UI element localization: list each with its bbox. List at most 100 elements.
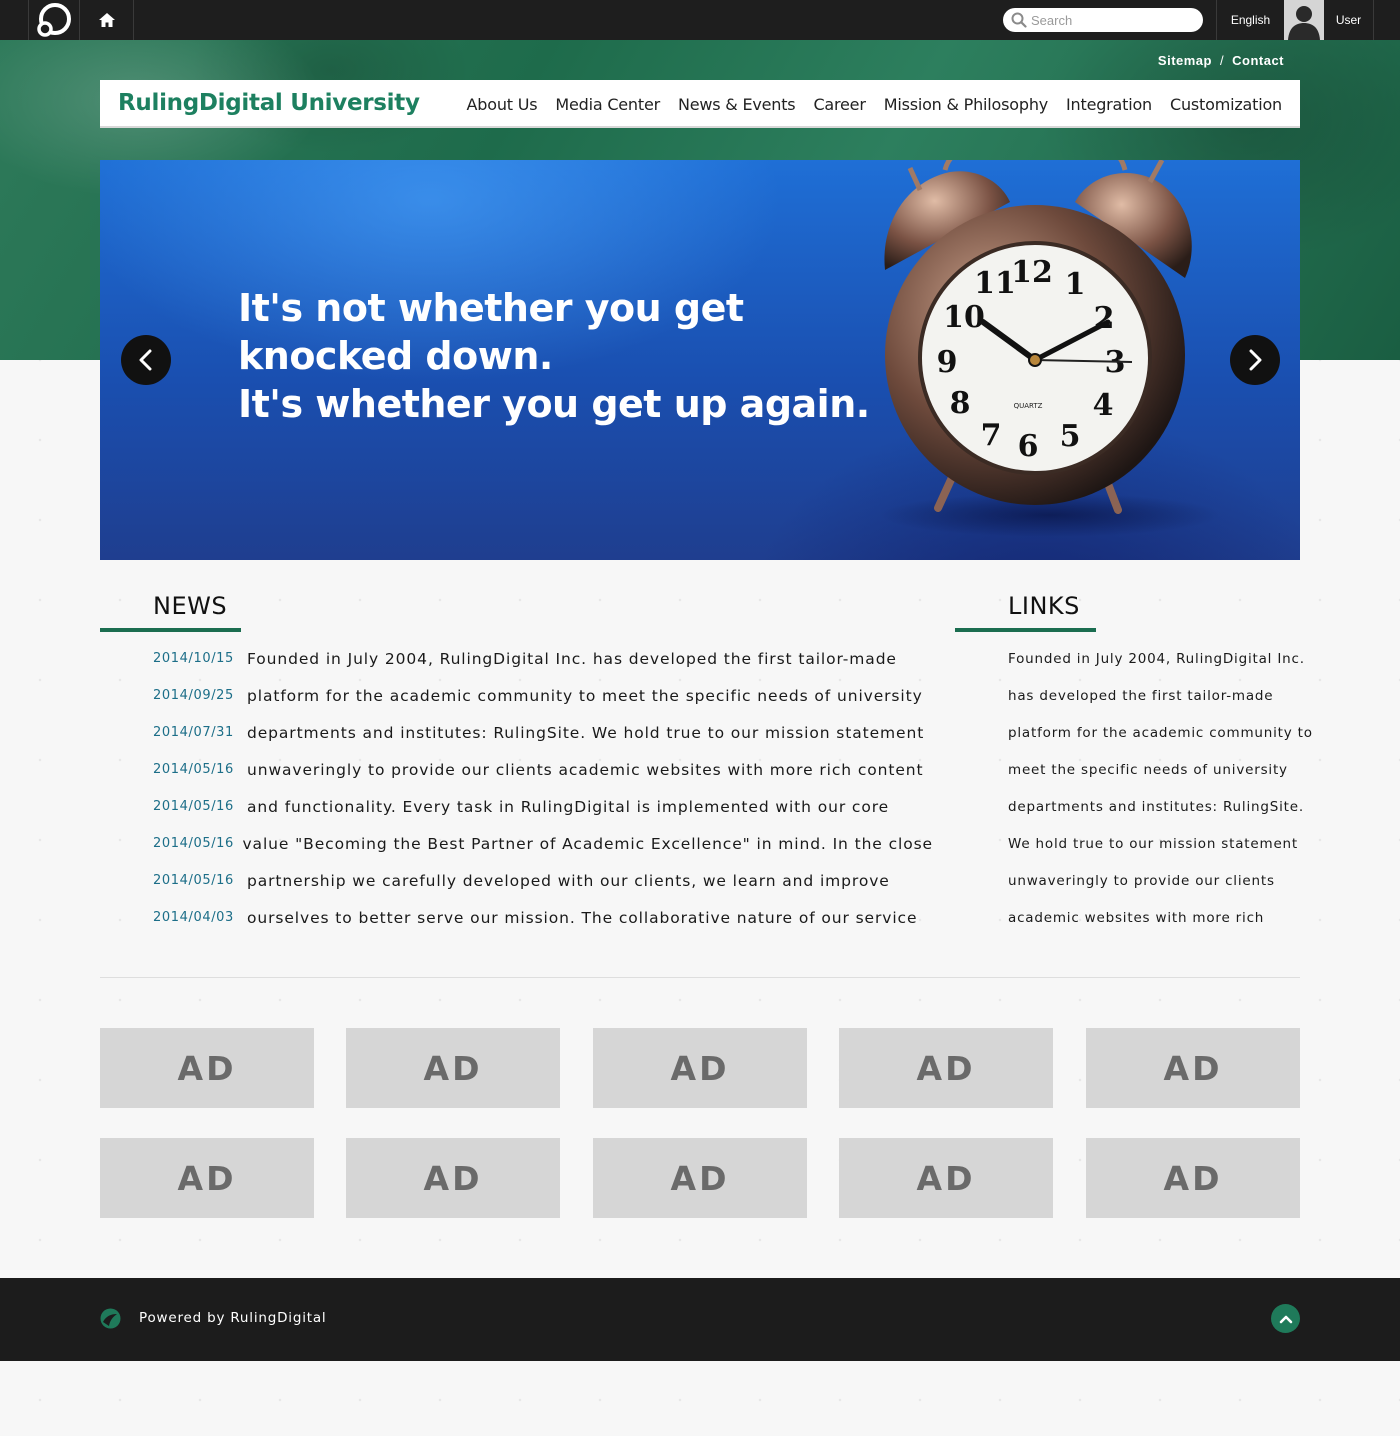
utility-links: Sitemap / Contact xyxy=(1158,53,1284,68)
links-heading-underline xyxy=(955,628,1096,632)
quote-line: It's whether you get up again. xyxy=(238,382,870,426)
news-item[interactable]: 2014/04/03 ourselves to better serve our … xyxy=(153,899,933,936)
ad-banner[interactable]: AD xyxy=(1086,1028,1300,1108)
footer: Powered by RulingDigital xyxy=(0,1278,1400,1361)
news-title[interactable]: value "Becoming the Best Partner of Acad… xyxy=(242,835,933,853)
svg-text:7: 7 xyxy=(981,418,1002,453)
nav-menu: About Us Media Center News & Events Care… xyxy=(467,80,1283,128)
language-label: English xyxy=(1230,13,1271,27)
nav-item-career[interactable]: Career xyxy=(813,95,865,114)
search-box[interactable] xyxy=(1003,8,1203,32)
search-input[interactable] xyxy=(1031,12,1201,28)
top-bar: English User xyxy=(0,0,1400,40)
svg-text:9: 9 xyxy=(937,345,958,380)
news-title[interactable]: partnership we carefully developed with … xyxy=(247,872,890,890)
news-item[interactable]: 2014/05/16 and functionality. Every task … xyxy=(153,788,933,825)
site-title[interactable]: RulingDigital University xyxy=(118,90,420,116)
language-button[interactable]: English xyxy=(1216,0,1284,40)
nav-item-news-events[interactable]: News & Events xyxy=(678,95,796,114)
news-date: 2014/09/25 xyxy=(153,688,234,703)
svg-text:6: 6 xyxy=(1018,429,1039,464)
chevron-up-icon xyxy=(1279,1315,1292,1323)
news-date: 2014/07/31 xyxy=(153,725,234,740)
slide-quote: It's not whether you get knocked down. I… xyxy=(238,284,870,428)
search-icon xyxy=(1011,12,1027,28)
logo-button[interactable] xyxy=(28,0,80,40)
nav-item-mission-philosophy[interactable]: Mission & Philosophy xyxy=(884,95,1049,114)
news-heading-underline xyxy=(100,628,241,632)
section-divider xyxy=(100,977,1300,978)
chevron-right-icon xyxy=(1249,349,1262,371)
logo-icon xyxy=(37,3,71,37)
nav-item-media-center[interactable]: Media Center xyxy=(555,95,660,114)
svg-text:1: 1 xyxy=(1065,267,1086,302)
ad-banner[interactable]: AD xyxy=(100,1138,314,1218)
news-item[interactable]: 2014/07/31 departments and institutes: Ru… xyxy=(153,714,933,751)
ad-banner[interactable]: AD xyxy=(593,1028,807,1108)
ad-banner[interactable]: AD xyxy=(839,1028,1053,1108)
link-item[interactable]: has developed the first tailor-made xyxy=(1008,677,1308,714)
sitemap-link[interactable]: Sitemap xyxy=(1158,53,1212,68)
news-title[interactable]: unwaveringly to provide our clients acad… xyxy=(247,761,923,779)
news-date: 2014/05/16 xyxy=(153,799,234,814)
link-item[interactable]: departments and institutes: RulingSite. xyxy=(1008,788,1308,825)
back-to-top-button[interactable] xyxy=(1271,1304,1300,1333)
link-item[interactable]: Founded in July 2004, RulingDigital Inc. xyxy=(1008,640,1308,677)
ad-banner[interactable]: AD xyxy=(100,1028,314,1108)
chevron-left-icon xyxy=(139,349,152,371)
user-silhouette-icon xyxy=(1284,0,1324,40)
news-item[interactable]: 2014/10/15 Founded in July 2004, RulingDi… xyxy=(153,640,933,677)
svg-text:12: 12 xyxy=(1011,255,1053,290)
footer-logo-icon xyxy=(100,1308,121,1329)
link-item[interactable]: meet the specific needs of university xyxy=(1008,751,1308,788)
user-button[interactable]: User xyxy=(1324,0,1374,40)
news-title[interactable]: ourselves to better serve our mission. T… xyxy=(247,909,917,927)
quote-line: knocked down. xyxy=(238,334,553,378)
news-title[interactable]: platform for the academic community to m… xyxy=(247,687,923,705)
news-title[interactable]: and functionality. Every task in RulingD… xyxy=(247,798,889,816)
ad-banner[interactable]: AD xyxy=(346,1138,560,1218)
news-item[interactable]: 2014/09/25 platform for the academic comm… xyxy=(153,677,933,714)
news-heading: NEWS xyxy=(153,592,228,620)
ad-banner[interactable]: AD xyxy=(839,1138,1053,1218)
slider-prev-button[interactable] xyxy=(121,335,171,385)
svg-text:4: 4 xyxy=(1093,388,1114,423)
clock-label: QUARTZ xyxy=(1014,402,1043,410)
news-title[interactable]: Founded in July 2004, RulingDigital Inc.… xyxy=(247,650,897,668)
slider-next-button[interactable] xyxy=(1230,335,1280,385)
nav-item-customization[interactable]: Customization xyxy=(1170,95,1282,114)
main-navbar: RulingDigital University About Us Media … xyxy=(100,80,1300,128)
links-heading: LINKS xyxy=(1008,592,1080,620)
link-item[interactable]: unwaveringly to provide our clients xyxy=(1008,862,1308,899)
home-button[interactable] xyxy=(80,0,134,40)
news-date: 2014/05/16 xyxy=(153,836,234,851)
news-item[interactable]: 2014/05/16 unwaveringly to provide our cl… xyxy=(153,751,933,788)
link-item[interactable]: academic websites with more rich xyxy=(1008,899,1308,936)
hero-slider: It's not whether you get knocked down. I… xyxy=(100,160,1300,560)
link-item[interactable]: We hold true to our mission statement xyxy=(1008,825,1308,862)
nav-item-integration[interactable]: Integration xyxy=(1066,95,1152,114)
home-icon xyxy=(98,13,115,27)
links-list: Founded in July 2004, RulingDigital Inc.… xyxy=(1008,640,1312,936)
svg-text:11: 11 xyxy=(974,266,1016,301)
news-item[interactable]: 2014/05/16 value "Becoming the Best Partn… xyxy=(153,825,933,862)
news-item[interactable]: 2014/05/16 partnership we carefully devel… xyxy=(153,862,933,899)
ad-banner[interactable]: AD xyxy=(1086,1138,1300,1218)
link-item[interactable]: platform for the academic community to xyxy=(1008,714,1312,751)
ad-banner[interactable]: AD xyxy=(593,1138,807,1218)
quote-line: It's not whether you get xyxy=(238,286,744,330)
avatar[interactable] xyxy=(1284,0,1324,40)
alarm-clock-image: 12 1 2 3 4 5 6 7 8 9 10 11 QUARTZ xyxy=(880,160,1220,537)
news-date: 2014/05/16 xyxy=(153,762,234,777)
svg-text:8: 8 xyxy=(950,386,971,421)
news-list: 2014/10/15 Founded in July 2004, RulingDi… xyxy=(153,640,933,936)
news-date: 2014/05/16 xyxy=(153,873,234,888)
utility-separator: / xyxy=(1219,53,1225,68)
contact-link[interactable]: Contact xyxy=(1232,53,1284,68)
nav-item-about-us[interactable]: About Us xyxy=(467,95,538,114)
ad-banner[interactable]: AD xyxy=(346,1028,560,1108)
svg-text:10: 10 xyxy=(943,300,985,335)
powered-by-text: Powered by RulingDigital xyxy=(139,1310,327,1326)
svg-text:2: 2 xyxy=(1094,301,1115,336)
news-title[interactable]: departments and institutes: RulingSite. … xyxy=(247,724,924,742)
